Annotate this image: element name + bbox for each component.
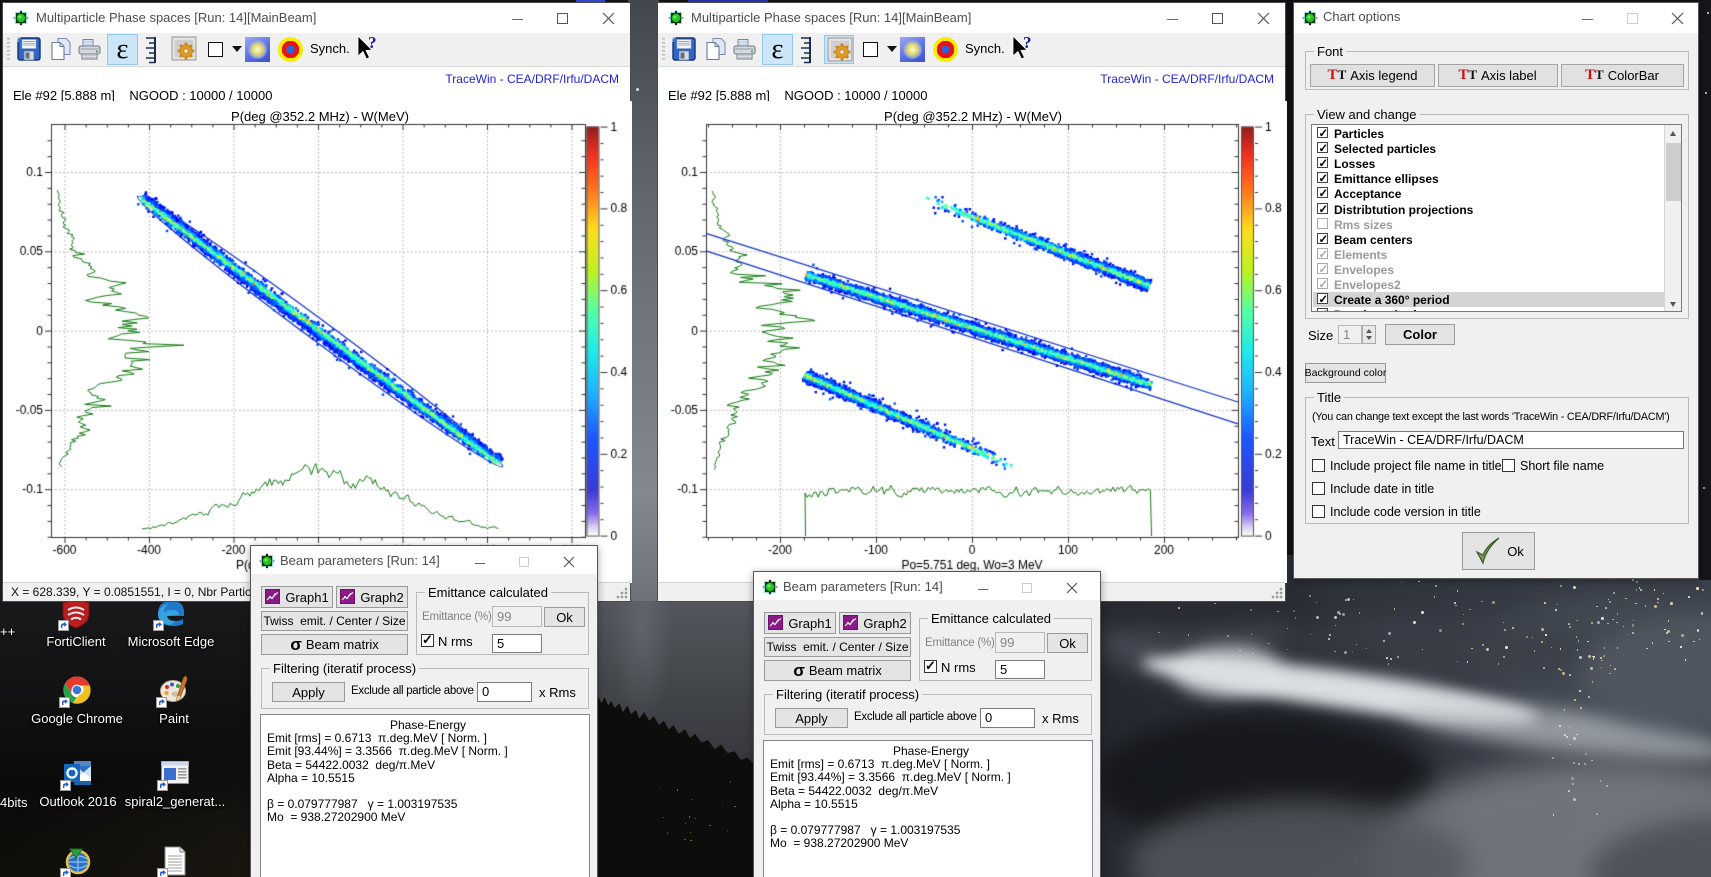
svg-text:?: ? — [368, 34, 377, 52]
svg-text:?: ? — [1023, 34, 1032, 52]
